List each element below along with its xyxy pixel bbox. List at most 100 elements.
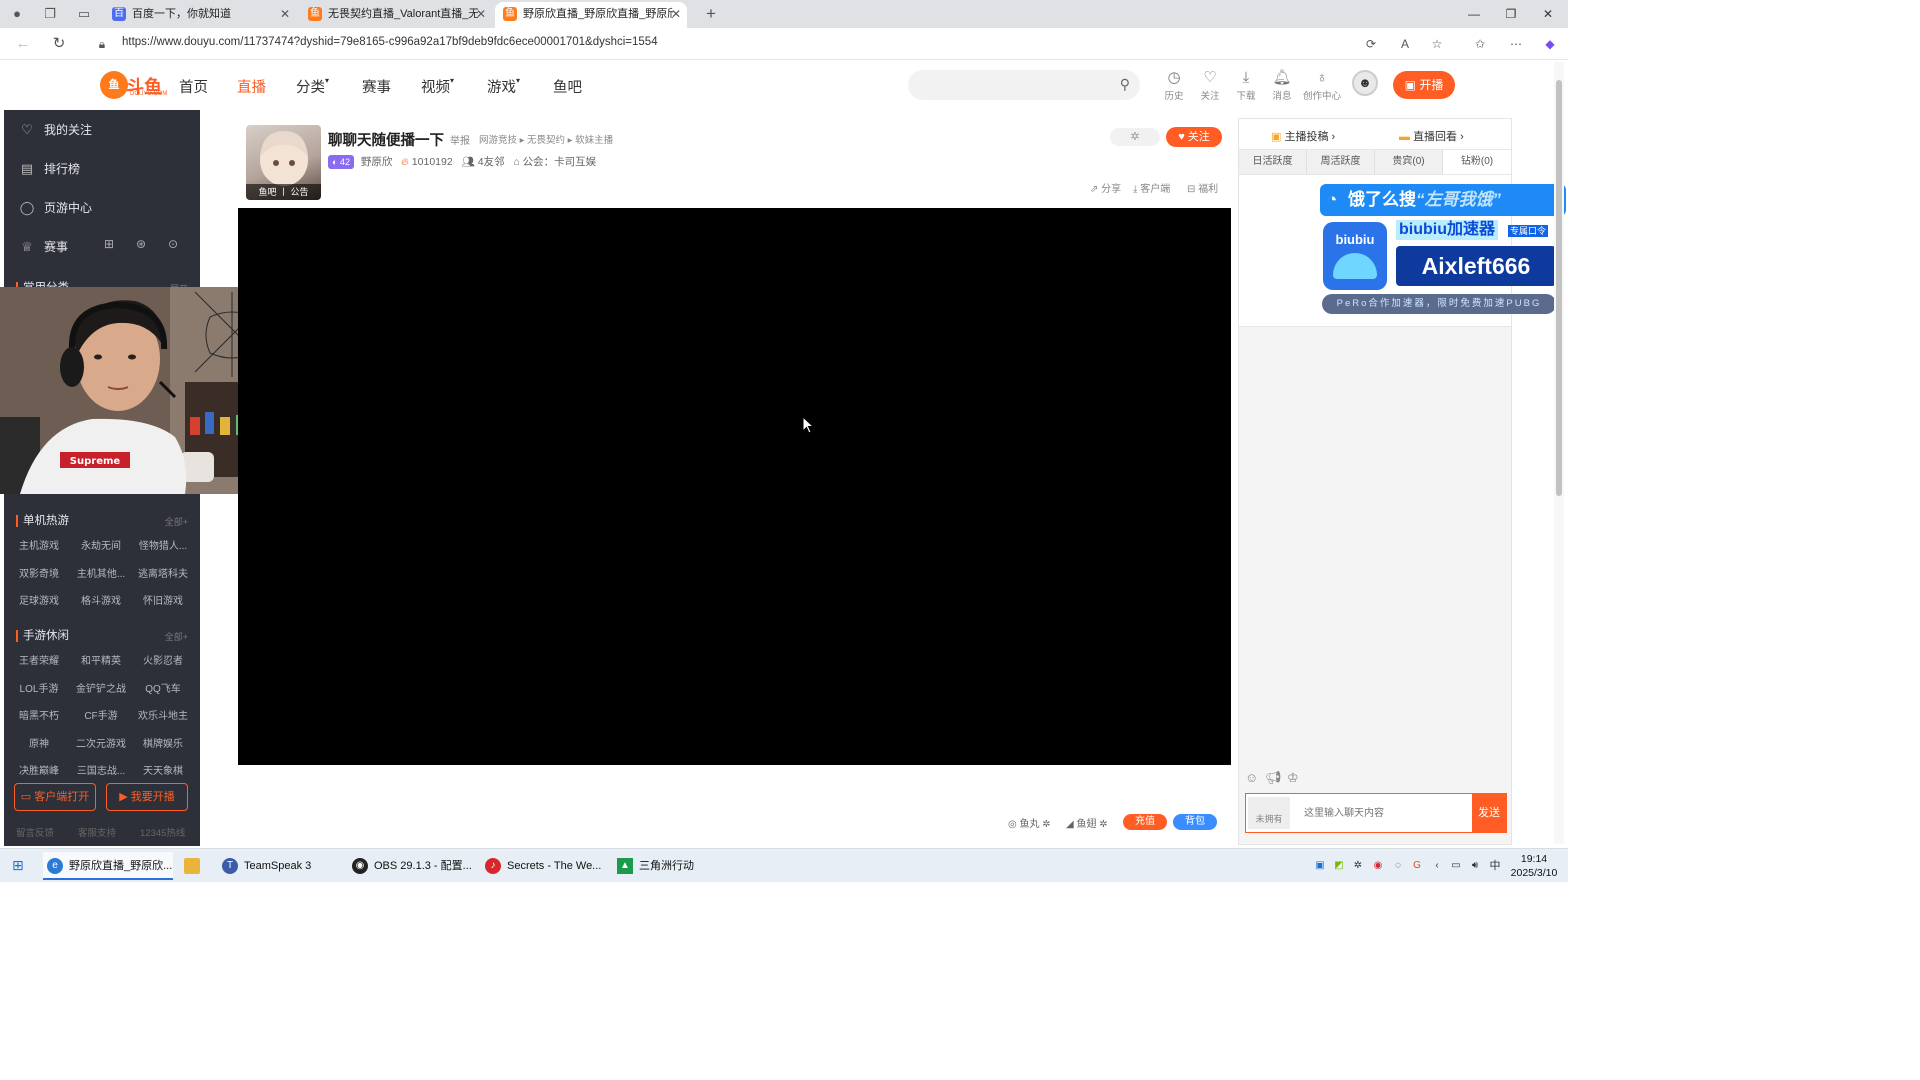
guild-name[interactable]: 公会：卡司互娱 — [523, 156, 597, 168]
lpl-icon[interactable]: ⊞ — [104, 237, 114, 251]
system-clock[interactable]: 19:14 2025/3/10 — [1506, 852, 1562, 880]
lock-icon[interactable]: 🔒︎ — [94, 36, 110, 52]
close-icon[interactable]: ✕ — [671, 2, 681, 26]
category-link[interactable]: 逃离塔科夫 — [132, 563, 194, 588]
streamer-name[interactable]: 野原欣 — [361, 156, 393, 168]
refresh-icon[interactable]: ↻ — [49, 34, 69, 54]
anchor-submission-link[interactable]: ▣ 主播投稿 › — [1271, 128, 1335, 144]
support-link[interactable]: 客服支持 — [78, 825, 116, 839]
category-link[interactable]: 火影忍者 — [132, 650, 194, 675]
backpack-button[interactable]: 背包 — [1173, 814, 1217, 830]
nav-events[interactable]: 赛事 — [362, 76, 391, 97]
tab-weekly-activity[interactable]: 周活跃度 — [1307, 150, 1375, 174]
back-icon[interactable]: ← — [13, 34, 33, 54]
sidebar-item-ranking[interactable]: ▤ 排行榜 — [18, 159, 80, 179]
taskbar-item-delta-force[interactable]: ▲ 三角洲行动 — [613, 852, 735, 880]
sponsor-ad-overlay[interactable]: ◔ 饿了么搜“左哥我饿” biubiu biubiu加速器 专属口令 Aixlef… — [1320, 184, 1568, 316]
download-button[interactable]: ⤓ 下载 — [1229, 69, 1263, 102]
tray-gear-icon[interactable]: ✲ — [1351, 859, 1365, 873]
ime-indicator[interactable]: 中 — [1488, 859, 1502, 873]
minimize-icon[interactable]: — — [1464, 4, 1484, 24]
tray-swirl-icon[interactable]: ◌ — [1391, 859, 1405, 873]
nav-yuba[interactable]: 鱼吧 — [553, 76, 582, 97]
browser-tab-valorant[interactable]: 鱼 无畏契约直播_Valorant直播_无畏 ✕ — [300, 2, 492, 28]
report-link[interactable]: 举报 — [450, 132, 470, 147]
category-link[interactable]: 和平精英 — [70, 650, 132, 675]
tray-app-icon[interactable]: ▣ — [1313, 859, 1327, 873]
breadcrumb[interactable]: 网游竞技 ▸ 无畏契约 ▸ 软妹主播 — [479, 132, 613, 146]
follow-button[interactable]: ♥ 关注 — [1166, 127, 1222, 147]
fishball-item[interactable]: ◎ 鱼丸 ✲ — [1008, 815, 1051, 830]
category-link[interactable]: 棋牌娱乐 — [132, 733, 194, 758]
category-link[interactable]: 暗黑不朽 — [8, 705, 70, 730]
dota-icon[interactable]: ⊙ — [168, 237, 178, 251]
workspaces-icon[interactable]: ❐ — [42, 6, 58, 22]
emoji-icon[interactable]: ☺ — [1245, 770, 1258, 785]
creator-center-button[interactable]: ♁ 创作中心 — [1302, 69, 1342, 102]
follow-header-button[interactable]: ♡ 关注 — [1193, 69, 1227, 102]
translate-icon[interactable]: ⟳ — [1363, 36, 1379, 52]
window-close-icon[interactable]: ✕ — [1538, 4, 1558, 24]
scroll-thumb[interactable] — [1556, 80, 1562, 496]
chat-messages[interactable] — [1239, 327, 1511, 764]
taskbar-item-browser[interactable]: e 野原欣直播_野原欣... — [43, 852, 173, 880]
close-icon[interactable]: ✕ — [280, 2, 290, 26]
tab-diamond-fans[interactable]: 钻粉(0) — [1443, 150, 1511, 174]
send-button[interactable]: 发送 — [1472, 794, 1506, 832]
douyu-logo[interactable]: 鱼 斗鱼 DOUYU.COM — [100, 71, 170, 99]
category-link[interactable]: 怀旧游戏 — [132, 590, 194, 615]
benefits-button[interactable]: ⊟ 福利 — [1187, 180, 1218, 195]
category-link[interactable]: 王者荣耀 — [8, 650, 70, 675]
category-link[interactable]: 欢乐斗地主 — [132, 705, 194, 730]
category-link[interactable]: QQ飞车 — [132, 678, 194, 703]
sidebar-item-following[interactable]: ♡ 我的关注 — [18, 120, 92, 140]
league-icon[interactable]: ⊛ — [136, 237, 146, 251]
favorites-icon[interactable]: ✩ — [1472, 36, 1488, 52]
tab-actions-icon[interactable]: ▭ — [76, 6, 92, 22]
netease-tray-icon[interactable]: ◉ — [1371, 859, 1385, 873]
category-link[interactable]: 金铲铲之战 — [70, 678, 132, 703]
show-all-link[interactable]: 全部+ — [165, 515, 188, 528]
megaphone-icon[interactable]: 📢︎ — [1265, 770, 1282, 786]
start-stream-button[interactable]: ▣ 开播 — [1393, 71, 1455, 99]
browser-tab-current[interactable]: 鱼 野原欣直播_野原欣直播_野原欣无 ✕ — [495, 2, 687, 28]
sidebar-item-webgames[interactable]: ◯ 页游中心 — [18, 198, 92, 218]
read-aloud-icon[interactable]: A — [1397, 36, 1413, 52]
tab-vip[interactable]: 贵宾(0) — [1375, 150, 1443, 174]
webcam-overlay[interactable]: Supreme — [0, 287, 275, 494]
windows-start-icon[interactable]: ⊞ — [12, 857, 24, 874]
tab-daily-activity[interactable]: 日活跃度 — [1239, 150, 1307, 174]
category-link[interactable]: 原神 — [8, 733, 70, 758]
room-cover-image[interactable]: 鱼吧 丨 公告 — [246, 125, 321, 200]
crown-icon[interactable]: ♔ — [1287, 770, 1299, 786]
category-link[interactable]: 决胜巅峰 — [8, 760, 70, 785]
taskbar-item-explorer[interactable] — [180, 852, 206, 880]
profile-icon[interactable]: ● — [9, 6, 25, 22]
replay-link[interactable]: ▬ 直播回看 › — [1399, 128, 1464, 144]
hotline-link[interactable]: 12345热线 — [140, 825, 185, 839]
nav-video[interactable]: 视频▾ — [421, 76, 454, 97]
recharge-button[interactable]: 充值 — [1123, 814, 1167, 830]
category-link[interactable]: 二次元游戏 — [70, 733, 132, 758]
close-icon[interactable]: ✕ — [476, 2, 486, 26]
messages-button[interactable]: 🔔︎ 消息 — [1265, 69, 1299, 102]
nvidia-icon[interactable]: ◩ — [1332, 859, 1346, 873]
restore-icon[interactable]: ❐ — [1501, 4, 1521, 24]
open-client-button[interactable]: ▭ 客户端打开 — [14, 783, 96, 811]
category-link[interactable]: 主机游戏 — [8, 535, 70, 560]
volume-icon[interactable]: 🔊︎ — [1468, 859, 1482, 873]
start-stream-sidebar-button[interactable]: ▶ 我要开播 — [106, 783, 188, 811]
more-icon[interactable]: ⋯ — [1508, 36, 1524, 52]
tray-g-icon[interactable]: G — [1410, 859, 1424, 873]
show-all-link[interactable]: 全部+ — [165, 630, 188, 643]
category-link[interactable]: 双影奇境 — [8, 563, 70, 588]
search-input[interactable]: ⚲ — [908, 70, 1140, 100]
cover-tabs[interactable]: 鱼吧 丨 公告 — [246, 184, 321, 200]
taskbar-item-teamspeak[interactable]: T TeamSpeak 3 — [218, 852, 338, 880]
chat-input[interactable] — [1294, 794, 1472, 832]
network-icon[interactable]: ▭ — [1449, 859, 1463, 873]
category-link[interactable]: LOL手游 — [8, 678, 70, 703]
category-link[interactable]: 天天象棋 — [132, 760, 194, 785]
feedback-link[interactable]: 留言反馈 — [16, 825, 54, 839]
copilot-icon[interactable]: ◆ — [1542, 36, 1558, 52]
